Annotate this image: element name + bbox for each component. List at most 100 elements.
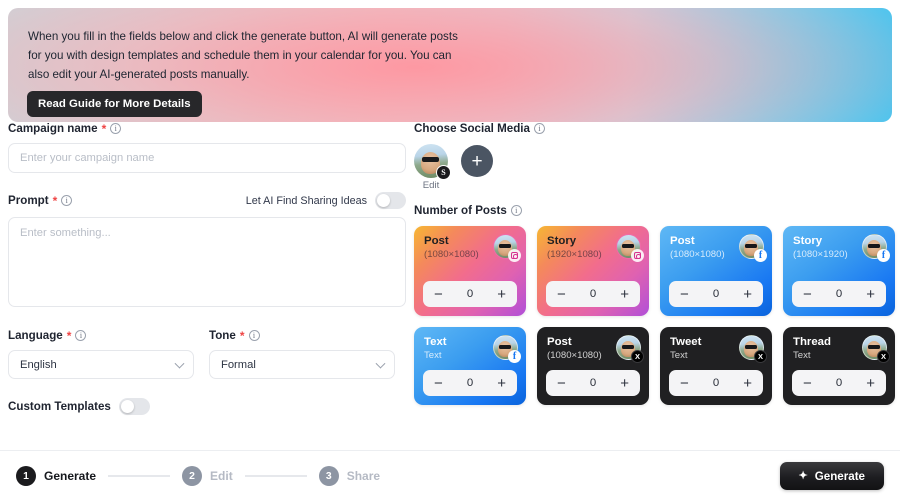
- form-body: Campaign name * i Prompt * i Let AI Find…: [0, 122, 900, 444]
- step-item-share[interactable]: 3 Share: [318, 466, 381, 486]
- instagram-icon: [631, 249, 644, 262]
- ai-ideas-toggle-label: Let AI Find Sharing Ideas: [245, 194, 367, 207]
- increment-button[interactable]: +: [866, 287, 875, 302]
- number-of-posts-label: Number of Posts i: [414, 204, 892, 217]
- custom-templates-label: Custom Templates: [8, 400, 111, 413]
- post-card[interactable]: Thread Text X − 0 +: [783, 327, 895, 405]
- required-asterisk: *: [101, 121, 107, 136]
- step-number: 3: [318, 466, 339, 486]
- decrement-button[interactable]: −: [680, 376, 689, 391]
- post-count-value: 0: [589, 377, 597, 389]
- post-card[interactable]: Text Text f − 0 +: [414, 327, 526, 405]
- post-card[interactable]: Post (1080×1080) X − 0 +: [537, 327, 649, 405]
- post-count-stepper: − 0 +: [546, 370, 640, 396]
- generate-button[interactable]: ✦ Generate: [779, 462, 884, 490]
- decrement-button[interactable]: −: [803, 287, 812, 302]
- x-twitter-icon: X: [754, 350, 767, 363]
- sparkle-icon: ✦: [798, 469, 808, 482]
- step-item-edit[interactable]: 2 Edit: [182, 466, 233, 486]
- social-accounts-row: S Edit +: [414, 144, 892, 191]
- post-card[interactable]: Story (1080×1920) f − 0 +: [783, 226, 895, 316]
- prompt-label: Prompt * i: [8, 193, 73, 208]
- info-icon[interactable]: i: [510, 205, 522, 216]
- number-of-posts-label-text: Number of Posts: [414, 204, 507, 217]
- campaign-name-input[interactable]: [8, 143, 406, 173]
- info-banner: When you fill in the fields below and cl…: [8, 8, 892, 122]
- step-connector: [244, 475, 307, 477]
- facebook-icon: f: [877, 249, 890, 262]
- increment-button[interactable]: +: [497, 287, 506, 302]
- decrement-button[interactable]: −: [557, 376, 566, 391]
- avatar: f: [493, 335, 521, 363]
- language-select[interactable]: English: [8, 350, 194, 379]
- required-asterisk: *: [66, 328, 72, 343]
- post-count-value: 0: [589, 288, 597, 300]
- post-count-value: 0: [466, 288, 474, 300]
- right-column: Choose Social Media i S Edit + Number of…: [414, 122, 895, 405]
- post-card[interactable]: Post (1080×1080) − 0 +: [414, 226, 526, 316]
- x-twitter-icon: X: [877, 350, 890, 363]
- left-column: Campaign name * i Prompt * i Let AI Find…: [8, 122, 406, 415]
- create-campaign-page: When you fill in the fields below and cl…: [0, 0, 900, 500]
- tone-label: Tone * i: [209, 329, 395, 342]
- decrement-button[interactable]: −: [434, 287, 443, 302]
- ai-ideas-toggle[interactable]: [375, 192, 406, 209]
- increment-button[interactable]: +: [743, 287, 752, 302]
- step-number: 2: [182, 466, 203, 486]
- step-number: 1: [16, 466, 36, 486]
- decrement-button[interactable]: −: [434, 376, 443, 391]
- campaign-name-label: Campaign name * i: [8, 122, 406, 135]
- increment-button[interactable]: +: [620, 376, 629, 391]
- add-social-button[interactable]: +: [461, 145, 493, 177]
- post-count-stepper: − 0 +: [423, 370, 517, 396]
- decrement-button[interactable]: −: [680, 287, 689, 302]
- post-card[interactable]: Story (1920×1080) − 0 +: [537, 226, 649, 316]
- post-cards-grid: Post (1080×1080) − 0 + Story (1920×1080)…: [414, 226, 895, 405]
- facebook-icon: f: [508, 350, 521, 363]
- post-count-value: 0: [835, 288, 843, 300]
- info-icon[interactable]: i: [533, 123, 545, 134]
- decrement-button[interactable]: −: [803, 376, 812, 391]
- post-card[interactable]: Post (1080×1080) f − 0 +: [660, 226, 772, 316]
- increment-button[interactable]: +: [866, 376, 875, 391]
- avatar: [616, 234, 644, 262]
- decrement-button[interactable]: −: [557, 287, 566, 302]
- generate-button-label: Generate: [814, 469, 865, 483]
- tone-select[interactable]: Formal: [209, 350, 395, 379]
- prompt-textarea[interactable]: [8, 217, 406, 307]
- increment-button[interactable]: +: [743, 376, 752, 391]
- ai-ideas-toggle-row: Let AI Find Sharing Ideas: [246, 192, 406, 209]
- info-icon[interactable]: i: [61, 195, 73, 206]
- post-count-value: 0: [712, 377, 720, 389]
- post-count-stepper: − 0 +: [423, 281, 517, 307]
- avatar: [493, 234, 521, 262]
- info-icon[interactable]: i: [75, 330, 87, 341]
- choose-social-media-label-text: Choose Social Media: [414, 122, 530, 135]
- footer-bar: 1 Generate 2 Edit 3 Share ✦ Generate: [0, 450, 900, 500]
- network-badge-icon: S: [436, 165, 451, 180]
- social-account-item: S Edit: [414, 144, 451, 191]
- avatar[interactable]: S: [414, 144, 451, 180]
- language-selected-value: English: [20, 358, 57, 371]
- post-count-stepper: − 0 +: [792, 281, 886, 307]
- language-label-text: Language: [8, 329, 63, 342]
- chevron-down-icon: [174, 358, 185, 369]
- tone-field: Tone * i Formal: [209, 329, 395, 379]
- read-guide-button[interactable]: Read Guide for More Details: [27, 91, 202, 117]
- post-count-stepper: − 0 +: [792, 370, 886, 396]
- info-icon[interactable]: i: [110, 123, 122, 134]
- step-item-generate[interactable]: 1 Generate: [16, 466, 96, 486]
- post-card[interactable]: Tweet Text X − 0 +: [660, 327, 772, 405]
- step-label: Share: [346, 469, 381, 483]
- avatar: f: [862, 234, 890, 262]
- chevron-down-icon: [375, 358, 386, 369]
- increment-button[interactable]: +: [620, 287, 629, 302]
- info-icon[interactable]: i: [248, 330, 260, 341]
- custom-templates-toggle[interactable]: [118, 398, 150, 415]
- required-asterisk: *: [52, 193, 58, 208]
- post-count-stepper: − 0 +: [669, 281, 763, 307]
- required-asterisk: *: [239, 328, 245, 343]
- edit-account-link[interactable]: Edit: [423, 180, 440, 191]
- increment-button[interactable]: +: [497, 376, 506, 391]
- tone-selected-value: Formal: [221, 358, 256, 371]
